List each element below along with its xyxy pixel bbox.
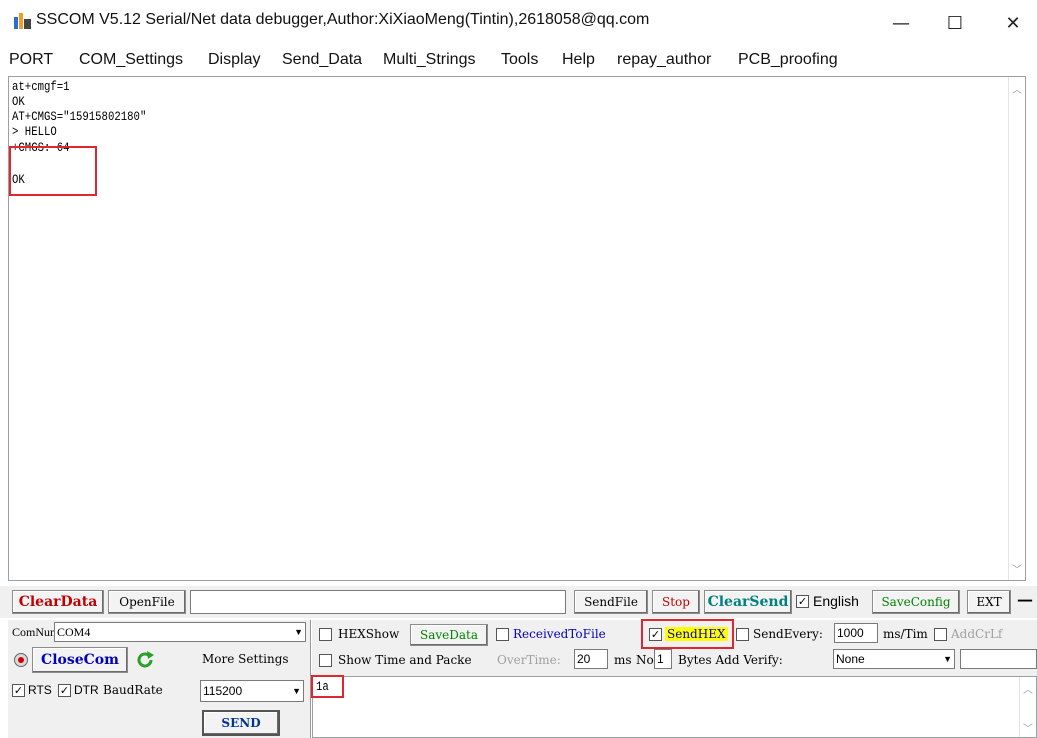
output-line: > HELLO: [12, 124, 57, 139]
overtime-label: OverTime:: [497, 653, 561, 667]
dtr-label: DTR: [74, 683, 99, 697]
show-time-label: Show Time and Packe: [338, 653, 472, 667]
menu-tools[interactable]: Tools: [501, 51, 538, 69]
ext-button[interactable]: EXT: [967, 590, 1011, 614]
menu-repay-author[interactable]: repay_author: [617, 51, 711, 69]
baudrate-select[interactable]: 115200 ▼: [200, 680, 304, 702]
scroll-down-icon[interactable]: ﹀: [1012, 561, 1022, 576]
output-line: OK: [12, 94, 25, 109]
menu-port[interactable]: PORT: [9, 51, 53, 69]
rts-checkbox[interactable]: ✓: [12, 684, 25, 697]
add-crlf-checkbox[interactable]: [934, 628, 947, 641]
baudrate-value: 115200: [203, 684, 243, 698]
menu-multi-strings[interactable]: Multi_Strings: [383, 51, 475, 69]
dtr-checkbox[interactable]: ✓: [58, 684, 71, 697]
open-file-button[interactable]: OpenFile: [108, 590, 186, 614]
maximize-button[interactable]: ☐: [932, 8, 978, 38]
save-data-button[interactable]: SaveData: [410, 624, 488, 646]
port-status-icon: [14, 653, 28, 667]
refresh-icon[interactable]: [134, 649, 156, 671]
rts-label: RTS: [28, 683, 52, 697]
menu-display[interactable]: Display: [208, 51, 260, 69]
highlight-box-response: [9, 146, 97, 196]
chevron-down-icon: ▼: [294, 627, 303, 637]
no-input[interactable]: 1: [654, 649, 672, 669]
send-text-area[interactable]: 1a ︿ ﹀: [312, 676, 1037, 738]
verify-value: None: [836, 652, 865, 666]
more-settings-link[interactable]: More Settings: [202, 652, 289, 666]
english-checkbox[interactable]: ✓: [796, 595, 809, 608]
chevron-down-icon: ▼: [943, 654, 952, 664]
send-scrollbar[interactable]: ︿ ﹀: [1019, 677, 1036, 737]
receive-output-area[interactable]: at+cmgf=1 OK AT+CMGS="15915802180" > HEL…: [8, 76, 1026, 581]
clear-send-button[interactable]: ClearSend: [704, 590, 792, 614]
title-bar: SSCOM V5.12 Serial/Net data debugger,Aut…: [0, 0, 1037, 44]
send-button[interactable]: SEND: [202, 710, 280, 736]
scroll-up-icon[interactable]: ︿: [1023, 681, 1033, 696]
send-every-input[interactable]: 1000: [834, 623, 878, 643]
ms-label: ms: [614, 653, 632, 667]
output-line: at+cmgf=1: [12, 79, 70, 94]
menu-send-data[interactable]: Send_Data: [282, 51, 362, 69]
save-config-button[interactable]: SaveConfig: [872, 590, 960, 614]
hexshow-checkbox[interactable]: [319, 628, 332, 641]
ms-tim-label: ms/Tim: [883, 627, 928, 641]
menu-help[interactable]: Help: [562, 51, 595, 69]
scroll-up-icon[interactable]: ︿: [1012, 81, 1022, 96]
highlight-box-sendhex: [641, 619, 734, 649]
scroll-down-icon[interactable]: ﹀: [1023, 720, 1033, 735]
chevron-down-icon: ▼: [292, 686, 301, 696]
received-to-file-label: ReceivedToFile: [513, 627, 606, 641]
comnum-value: COM4: [57, 624, 91, 639]
hexshow-label: HEXShow: [338, 627, 400, 641]
highlight-box-send-text: [311, 675, 344, 698]
clear-data-button[interactable]: ClearData: [12, 590, 104, 614]
file-path-input[interactable]: [190, 590, 566, 614]
no-label: No: [636, 653, 654, 667]
comnum-label: ComNum: [12, 625, 60, 639]
english-label: English: [813, 593, 859, 609]
output-line: AT+CMGS="15915802180": [12, 109, 147, 124]
minimize-button[interactable]: —: [878, 8, 924, 38]
verify-extra-field[interactable]: [960, 649, 1037, 669]
bytes-add-verify-label: Bytes Add Verify:: [678, 653, 783, 667]
send-every-label: SendEvery:: [753, 627, 823, 641]
window-title: SSCOM V5.12 Serial/Net data debugger,Aut…: [36, 11, 650, 28]
comnum-select[interactable]: COM4 ▼: [54, 622, 306, 642]
send-file-button[interactable]: SendFile: [574, 590, 648, 614]
baudrate-label: BaudRate: [103, 683, 163, 697]
menu-pcb-proofing[interactable]: PCB_proofing: [738, 51, 838, 69]
add-crlf-label: AddCrLf: [951, 627, 1003, 641]
collapse-dash[interactable]: —: [1017, 590, 1033, 609]
menu-bar: PORT COM_Settings Display Send_Data Mult…: [0, 46, 1037, 74]
output-scrollbar[interactable]: ︿ ﹀: [1008, 77, 1025, 580]
received-to-file-checkbox[interactable]: [496, 628, 509, 641]
verify-select[interactable]: None ▼: [833, 649, 955, 669]
toolbar: ClearData OpenFile SendFile Stop ClearSe…: [0, 586, 1037, 618]
close-com-button[interactable]: CloseCom: [32, 647, 128, 673]
overtime-input[interactable]: 20: [574, 649, 608, 669]
send-every-checkbox[interactable]: [736, 628, 749, 641]
port-panel: ComNum COM4 ▼ CloseCom More Settings ✓ R…: [8, 620, 310, 738]
close-button[interactable]: ✕: [990, 8, 1036, 38]
stop-button[interactable]: Stop: [652, 590, 700, 614]
menu-com-settings[interactable]: COM_Settings: [79, 51, 183, 69]
show-time-checkbox[interactable]: [319, 654, 332, 667]
app-icon: [14, 13, 31, 29]
